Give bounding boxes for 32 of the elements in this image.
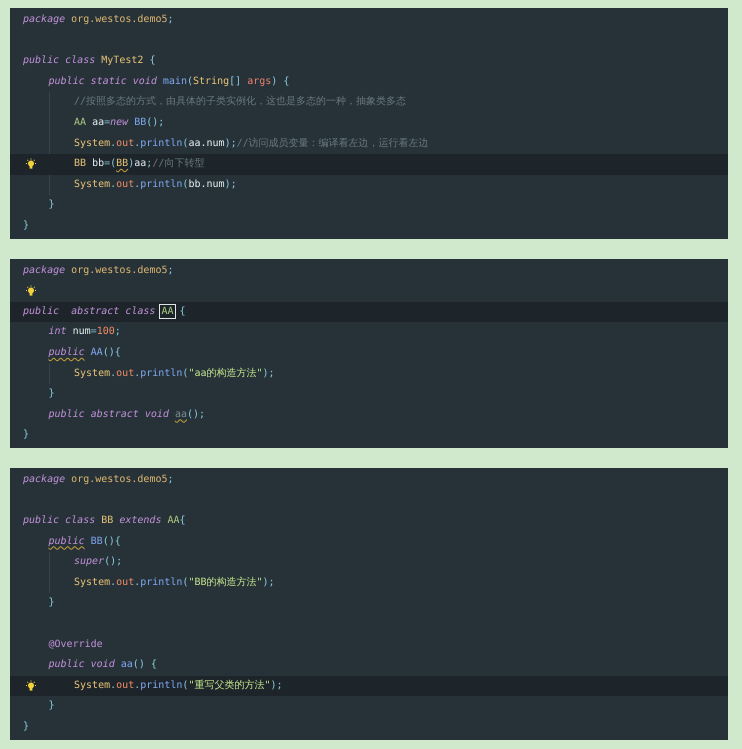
code-line: } — [48, 199, 55, 210]
code-line: System.out.println("重写父类的方法"); — [74, 680, 283, 691]
code-line: public abstract class AA { — [23, 306, 186, 317]
code-line: } — [48, 700, 55, 712]
code-line: package org.westos.demo5; — [23, 264, 174, 276]
code-line: @Override — [48, 638, 103, 650]
lightbulb-icon[interactable] — [25, 158, 37, 172]
code-line: System.out.println("BB的构造方法"); — [74, 576, 275, 588]
code-line: } — [23, 220, 30, 231]
code-line: } — [23, 721, 30, 732]
code-line: public BB(){ — [48, 536, 121, 547]
code-line: } — [23, 429, 30, 440]
code-line: //按照多态的方式，由具体的子类实例化，这也是多态的一种，抽象类多态 — [74, 96, 406, 108]
code-line: public class MyTest2 { — [23, 55, 156, 66]
code-line: package org.westos.demo5; — [23, 474, 174, 485]
code-line: public static void main(String[] args) { — [48, 76, 290, 87]
lightbulb-icon[interactable] — [25, 285, 37, 298]
code-line: super(); — [74, 556, 122, 568]
code-line: public abstract void aa(); — [48, 408, 206, 420]
code-line: AA aa=new BB(); — [74, 116, 164, 128]
code-line: public void aa() { — [48, 659, 157, 670]
code-line: BB bb=(BB)aa;//向下转型 — [74, 158, 204, 170]
code-line: public class BB extends AA{ — [23, 515, 186, 526]
code-line: public AA(){ — [48, 346, 121, 358]
code-line: int num=100; — [48, 326, 121, 338]
lightbulb-icon[interactable] — [25, 680, 37, 693]
code-line: package org.westos.demo5; — [23, 14, 174, 25]
code-line: } — [48, 597, 55, 608]
code-line: System.out.println("aa的构造方法"); — [74, 368, 275, 378]
code-line: } — [48, 388, 55, 400]
code-line: System.out.println(aa.num);//访问成员变量：编译看左边，运行看左边 — [74, 138, 429, 149]
code-line: System.out.println(bb.num); — [74, 178, 237, 190]
